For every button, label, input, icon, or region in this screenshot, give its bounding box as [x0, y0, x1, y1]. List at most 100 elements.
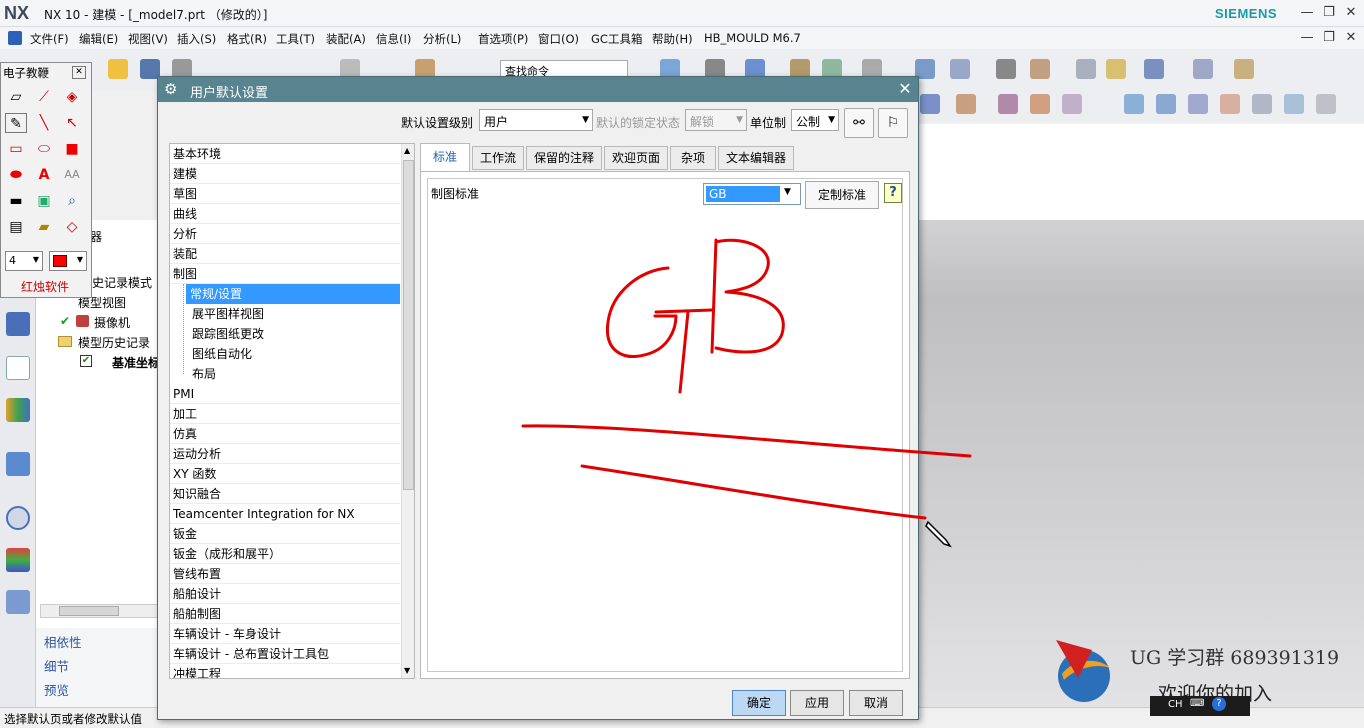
category-scrollbar[interactable]: ▲ ▼	[401, 144, 414, 678]
filled-rectangle-icon[interactable]: ■	[61, 139, 83, 159]
subcategory-item[interactable]: 布局	[170, 364, 400, 384]
shape-icon[interactable]: ◇	[61, 217, 83, 237]
font-size-icon[interactable]: AA	[61, 165, 83, 185]
offset-icon[interactable]	[1316, 94, 1336, 114]
nav-history-mode[interactable]: 史记录模式	[92, 274, 152, 291]
keyboard-icon[interactable]: ⌨	[1190, 698, 1204, 709]
ellipse-icon[interactable]: ⬭	[33, 139, 55, 159]
doc-close-button[interactable]: ✕	[1340, 28, 1362, 48]
category-item[interactable]: 知识融合	[170, 484, 400, 504]
rectangle-icon[interactable]: ▭	[5, 139, 27, 159]
app-menu-icon[interactable]	[8, 31, 22, 45]
screen-icon[interactable]: ▣	[33, 191, 55, 211]
subcategory-item-selected[interactable]: 常规/设置	[186, 284, 400, 304]
line-icon[interactable]: ╲	[33, 113, 55, 133]
category-item[interactable]: 钣金（成形和展平）	[170, 544, 400, 564]
navigator-hscrollbar[interactable]	[40, 604, 158, 618]
constraint-navigator-icon[interactable]	[6, 356, 30, 380]
tab-text-editor[interactable]: 文本编辑器	[718, 146, 794, 170]
web-browser-icon[interactable]	[6, 452, 30, 476]
feature-icon[interactable]	[920, 94, 940, 114]
measure-icon[interactable]	[1076, 59, 1096, 79]
block-icon[interactable]	[956, 94, 976, 114]
doc-restore-button[interactable]: ❐	[1318, 28, 1340, 48]
menu-gc-toolbox[interactable]: GC工具箱	[591, 31, 642, 47]
category-item[interactable]: 建模	[170, 164, 400, 184]
tab-welcome-page[interactable]: 欢迎页面	[604, 146, 668, 170]
category-item[interactable]: 加工	[170, 404, 400, 424]
trim-icon[interactable]	[1284, 94, 1304, 114]
category-item[interactable]: 船舶设计	[170, 584, 400, 604]
category-item[interactable]: 装配	[170, 244, 400, 264]
assembly-navigator-icon[interactable]	[6, 312, 30, 336]
open-icon[interactable]	[108, 59, 128, 79]
unit-select[interactable]: 公制 ▼	[791, 109, 839, 131]
scroll-down-icon[interactable]: ▼	[404, 666, 410, 675]
thick-line-icon[interactable]: ▬	[5, 191, 27, 211]
line-width-select[interactable]: 4 ▼	[5, 251, 43, 271]
menu-edit[interactable]: 编辑(E)	[79, 31, 118, 47]
category-item[interactable]: XY 函数	[170, 464, 400, 484]
category-item[interactable]: 运动分析	[170, 444, 400, 464]
tab-misc[interactable]: 杂项	[670, 146, 716, 170]
menu-tools[interactable]: 工具(T)	[276, 31, 315, 47]
menu-view[interactable]: 视图(V)	[128, 31, 168, 47]
category-item[interactable]: 分析	[170, 224, 400, 244]
close-window-button[interactable]: ✕	[1340, 3, 1362, 23]
dependencies-panel[interactable]: 相依性	[44, 632, 82, 651]
customize-standard-button[interactable]: 定制标准	[805, 181, 879, 209]
snap-icon[interactable]	[1144, 59, 1164, 79]
checkbox[interactable]: ✔	[80, 355, 92, 367]
scroll-up-icon[interactable]: ▲	[404, 146, 410, 155]
surface-icon[interactable]	[1124, 94, 1144, 114]
ok-button[interactable]: 确定	[732, 690, 786, 716]
menu-assembly[interactable]: 装配(A)	[326, 31, 366, 47]
ime-label[interactable]: CH	[1168, 699, 1183, 710]
wcs-icon[interactable]	[950, 59, 970, 79]
menu-hb-mould[interactable]: HB_MOULD M6.7	[704, 31, 801, 45]
minimize-button[interactable]: —	[1296, 3, 1318, 23]
ruler-icon[interactable]	[1234, 59, 1254, 79]
extrude-icon[interactable]	[1030, 94, 1050, 114]
category-item[interactable]: 草图	[170, 184, 400, 204]
text-icon[interactable]: A	[33, 165, 55, 185]
csys-icon[interactable]	[1030, 59, 1050, 79]
dialog-close-button[interactable]: ✕	[896, 79, 914, 98]
history-icon[interactable]	[6, 506, 30, 530]
nav-cameras[interactable]: 摄像机	[94, 314, 130, 331]
category-item[interactable]: 船舶制图	[170, 604, 400, 624]
filled-ellipse-icon[interactable]: ⬬	[5, 165, 27, 185]
category-item[interactable]: PMI	[170, 384, 400, 404]
arrow-icon[interactable]: ↖	[61, 113, 83, 133]
roles-icon[interactable]	[6, 590, 30, 614]
save-icon[interactable]: ▤	[5, 217, 27, 237]
zoom-icon[interactable]: ⌕	[61, 191, 83, 211]
sew-icon[interactable]	[1252, 94, 1272, 114]
drafting-standard-select[interactable]: GB ▼	[703, 183, 801, 205]
tab-retained-annotations[interactable]: 保留的注释	[526, 146, 602, 170]
unite-icon[interactable]	[1062, 94, 1082, 114]
category-item[interactable]: 仿真	[170, 424, 400, 444]
nav-model-history[interactable]: 模型历史记录	[78, 334, 150, 351]
reuse-library-icon[interactable]	[6, 398, 30, 422]
doc-minimize-button[interactable]: —	[1296, 28, 1318, 48]
category-item[interactable]: 基本环境	[170, 144, 400, 164]
open-icon[interactable]: ▰	[33, 217, 55, 237]
category-item[interactable]: 曲线	[170, 204, 400, 224]
category-item[interactable]: 冲模工程	[170, 664, 400, 678]
details-panel[interactable]: 细节	[44, 656, 69, 675]
hole-icon[interactable]	[998, 94, 1018, 114]
pencil-icon[interactable]: ✎	[5, 113, 27, 133]
find-binoculars-icon[interactable]: ⚯	[844, 108, 874, 138]
pen-color-select[interactable]: ▼	[49, 251, 87, 271]
category-item-drafting[interactable]: 制图	[170, 264, 400, 284]
menu-format[interactable]: 格式(R)	[227, 31, 267, 47]
sweep-icon[interactable]	[1188, 94, 1208, 114]
subcategory-item[interactable]: 展平图样视图	[170, 304, 400, 324]
category-item[interactable]: 钣金	[170, 524, 400, 544]
analysis-icon[interactable]	[1106, 59, 1126, 79]
menu-file[interactable]: 文件(F)	[30, 31, 69, 47]
point-icon[interactable]	[1193, 59, 1213, 79]
help-icon[interactable]: ?	[884, 183, 902, 203]
menu-window[interactable]: 窗口(O)	[538, 31, 579, 47]
